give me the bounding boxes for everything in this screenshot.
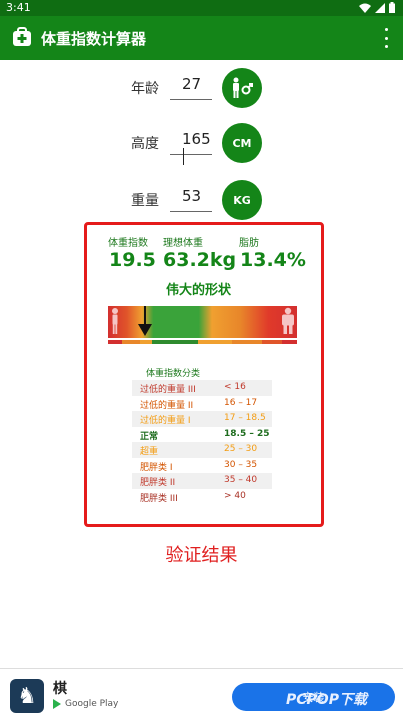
category-name: 正常 xyxy=(140,431,159,442)
height-value: 165 xyxy=(182,130,211,148)
overflow-menu-icon[interactable] xyxy=(383,28,389,48)
watermark: PCPOP下载 xyxy=(286,692,367,708)
height-field[interactable]: 165 xyxy=(170,127,212,165)
weight-value: 53 xyxy=(182,187,202,205)
age-field[interactable]: 27 xyxy=(170,72,212,100)
chess-knight-icon: ♞ xyxy=(10,679,44,713)
text-cursor xyxy=(183,148,184,165)
category-range: 17 – 18.5 xyxy=(224,413,266,423)
category-range: > 40 xyxy=(224,490,246,501)
category-row: 肥胖类 III > 40 xyxy=(132,489,272,505)
category-name: 过低的重量 II xyxy=(140,400,194,411)
height-unit-button[interactable]: CM xyxy=(222,123,262,163)
category-range: < 16 xyxy=(224,382,246,392)
google-play-icon xyxy=(53,699,61,709)
category-range: 35 – 40 xyxy=(224,475,258,485)
gender-button[interactable] xyxy=(222,68,262,108)
category-range: 30 – 35 xyxy=(224,459,258,470)
signal-icon xyxy=(375,2,385,13)
bmi-gauge xyxy=(108,306,297,344)
category-row: 过低的重量 III < 16 xyxy=(132,380,272,396)
category-row: 肥胖类 II 35 – 40 xyxy=(132,473,272,489)
battery-icon xyxy=(389,2,395,13)
category-row: 过低的重量 II 16 – 17 xyxy=(132,396,272,412)
age-label: 年龄 xyxy=(131,81,159,97)
wifi-icon xyxy=(359,3,371,13)
category-row: 过低的重量 I 17 – 18.5 xyxy=(132,411,272,427)
verify-result-caption: 验证结果 xyxy=(165,545,238,566)
ad-banner[interactable]: ♞ 棋 Google Play 安装 PCPOP下载 xyxy=(0,668,403,720)
weight-row: 重量 53 KG xyxy=(0,180,403,220)
ad-app-name: 棋 xyxy=(53,681,67,697)
app-logo-icon xyxy=(13,27,31,46)
bmi-label: 体重指数 xyxy=(108,238,148,249)
bmi-value: 19.5 xyxy=(109,249,156,271)
app-title: 体重指数计算器 xyxy=(41,30,147,48)
category-range: 18.5 – 25 xyxy=(224,428,270,439)
bmi-category-title: 体重指数分类 xyxy=(146,369,201,379)
age-value: 27 xyxy=(182,75,202,93)
category-name: 过低的重量 III xyxy=(140,385,196,395)
gender-icon xyxy=(233,77,253,98)
category-name: 肥胖类 I xyxy=(140,462,173,473)
ideal-weight-value: 63.2kg xyxy=(163,249,237,271)
category-range: 25 – 30 xyxy=(224,444,258,454)
category-name: 肥胖类 II xyxy=(140,478,176,488)
weight-field[interactable]: 53 xyxy=(170,184,212,212)
body-fat-label: 脂肪 xyxy=(239,238,259,249)
category-row: 肥胖类 I 30 – 35 xyxy=(132,458,272,474)
system-icons xyxy=(359,2,395,13)
category-name: 超重 xyxy=(140,447,159,457)
height-label: 高度 xyxy=(131,136,159,152)
google-play-badge: Google Play xyxy=(53,699,118,709)
weight-label: 重量 xyxy=(131,193,159,209)
category-name: 肥胖类 III xyxy=(140,493,178,504)
age-row: 年龄 27 xyxy=(0,68,403,108)
app-bar: 体重指数计算器 xyxy=(0,16,403,60)
category-row: 超重 25 – 30 xyxy=(132,442,272,458)
ideal-weight-label: 理想体重 xyxy=(163,238,203,249)
category-range: 16 – 17 xyxy=(224,397,258,408)
shape-subtitle: 伟大的形状 xyxy=(166,283,232,298)
category-row: 正常 18.5 – 25 xyxy=(132,427,272,443)
status-bar: 3:41 xyxy=(0,0,403,16)
category-name: 过低的重量 I xyxy=(140,416,191,426)
body-fat-value: 13.4% xyxy=(240,249,306,271)
height-row: 高度 165 CM xyxy=(0,123,403,165)
status-time: 3:41 xyxy=(6,1,31,14)
google-play-label: Google Play xyxy=(65,699,119,709)
weight-unit-button[interactable]: KG xyxy=(222,180,262,220)
bmi-category-table: 过低的重量 III < 16 过低的重量 II 16 – 17 过低的重量 I 17 – … xyxy=(132,380,272,504)
